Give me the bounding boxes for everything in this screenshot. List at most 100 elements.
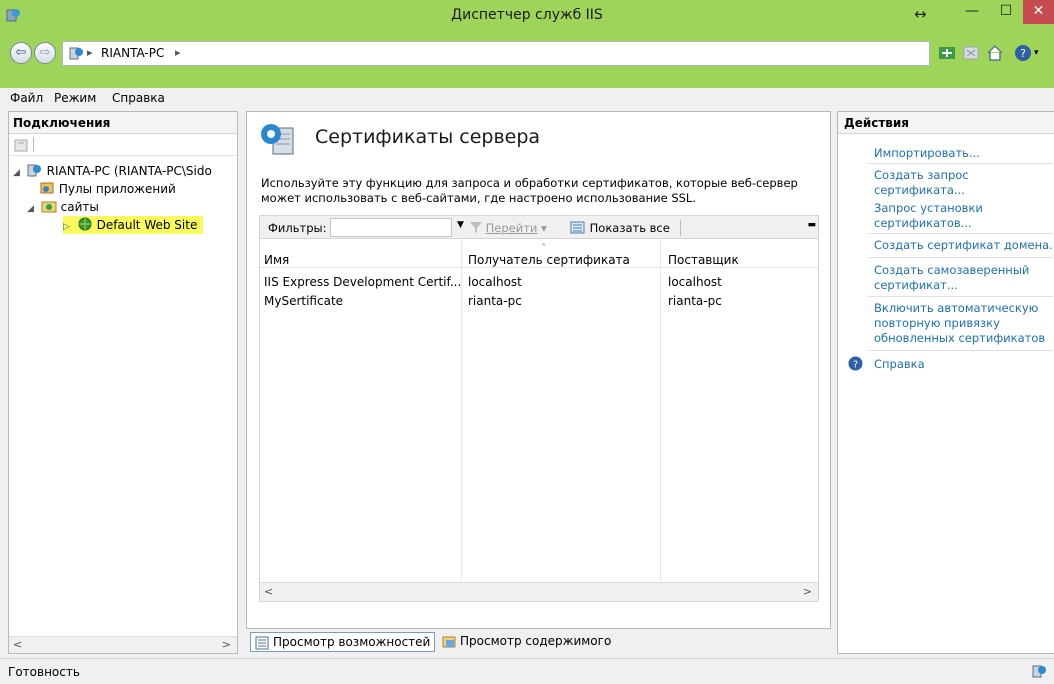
action-create-self-signed-cont[interactable]: сертификат... xyxy=(874,278,958,293)
tree-item-label: RIANTA-PC (RIANTA-PC\Sido xyxy=(46,164,212,178)
action-enable-rebind-cont1[interactable]: повторную привязку xyxy=(874,316,1000,331)
tab-features-view[interactable]: Просмотр возможностей xyxy=(250,632,436,652)
scroll-left-icon[interactable]: < xyxy=(13,638,22,651)
action-create-domain-cert[interactable]: Создать сертификат домена... xyxy=(874,238,1054,253)
scroll-right-icon[interactable]: > xyxy=(803,585,812,598)
action-enable-rebind[interactable]: Включить автоматическую xyxy=(874,301,1038,316)
feature-description: Используйте эту функцию для запроса и об… xyxy=(261,176,798,205)
breadcrumb-server[interactable]: RIANTA-PC xyxy=(101,46,164,60)
title-bar: Диспетчер служб IIS ↔ — ☐ ✕ xyxy=(0,0,1054,31)
menu-view[interactable]: Режим xyxy=(54,91,96,105)
help-icon[interactable]: ? xyxy=(1014,44,1032,62)
address-box[interactable]: ▸ RIANTA-PC ▸ xyxy=(62,41,930,66)
svg-text:?: ? xyxy=(1020,47,1026,60)
help-dropdown-icon[interactable]: ▾ xyxy=(1034,48,1042,66)
action-create-self-signed[interactable]: Создать самозаверенный xyxy=(874,263,1029,278)
menu-file[interactable]: Файл xyxy=(10,91,43,105)
certificate-server-icon xyxy=(259,122,297,159)
table-horizontal-scrollbar[interactable]: < > xyxy=(260,582,818,601)
certificates-table: Имя Получатель сертификата ⌃ Поставщик I… xyxy=(259,239,819,602)
column-issued-to[interactable]: Получатель сертификата xyxy=(468,253,630,267)
sites-folder-icon xyxy=(41,201,57,213)
tree-item-label: Default Web Site xyxy=(96,218,198,232)
home-icon[interactable] xyxy=(986,44,1004,62)
connections-horizontal-scrollbar[interactable]: < > xyxy=(9,636,237,653)
globe-icon xyxy=(78,217,92,231)
action-complete-request-cont[interactable]: сертификатов... xyxy=(874,216,972,231)
status-text: Готовность xyxy=(8,665,80,679)
tree-item-label: сайты xyxy=(60,200,99,214)
status-bar: Готовность xyxy=(0,658,1054,684)
menu-help[interactable]: Справка xyxy=(112,91,165,105)
connections-pane: Подключения ◢ RIANTA-PC (RIANTA-PC\Sido … xyxy=(8,111,238,654)
go-label: Перейти xyxy=(485,221,538,235)
forward-button[interactable]: ⇨ xyxy=(34,42,56,64)
tab-content-view[interactable]: Просмотр содержимого xyxy=(438,632,615,652)
cell-issued-to: localhost xyxy=(468,275,522,289)
action-complete-request[interactable]: Запрос установки xyxy=(874,201,983,216)
view-tabs: Просмотр возможностей Просмотр содержимо… xyxy=(246,629,831,654)
tree-item-default-web-site[interactable]: ▷ Default Web Site xyxy=(63,216,204,236)
collapse-arrow-icon[interactable]: ◢ xyxy=(27,200,37,218)
features-view-icon xyxy=(255,636,269,650)
filter-input[interactable] xyxy=(330,218,452,237)
minimize-button[interactable]: — xyxy=(955,0,989,24)
cell-issuer: rianta-pc xyxy=(668,294,722,308)
stop-icon[interactable] xyxy=(962,44,980,62)
show-all-button[interactable]: Показать все xyxy=(570,221,670,235)
address-bar: ⇦ ⇨ ▸ RIANTA-PC ▸ ? ▾ xyxy=(0,31,1054,88)
help-icon: ? xyxy=(848,356,863,374)
server-icon xyxy=(27,164,41,177)
action-enable-rebind-cont2[interactable]: обновленных сертификатов xyxy=(874,331,1045,346)
action-import[interactable]: Импортировать... xyxy=(874,146,980,161)
connections-header: Подключения xyxy=(9,112,237,134)
actions-header: Действия xyxy=(838,112,1054,134)
column-issuer[interactable]: Поставщик xyxy=(668,253,739,267)
filter-bar: Фильтры: ▼ Перейти ▾ Показать все ▬ xyxy=(259,215,819,239)
cell-name: IIS Express Development Certif... xyxy=(264,275,462,289)
tree-item-sites[interactable]: ◢ сайты xyxy=(27,198,99,216)
tree-item-app-pools[interactable]: Пулы приложений xyxy=(39,180,176,198)
connect-icon[interactable] xyxy=(938,44,956,62)
sort-arrow-icon: ⌃ xyxy=(540,243,548,253)
connections-toolbar xyxy=(9,134,237,156)
go-button[interactable]: Перейти ▾ xyxy=(470,221,547,235)
breadcrumb-separator-icon: ▸ xyxy=(175,46,181,59)
show-all-label: Показать все xyxy=(589,221,670,235)
tab-label: Просмотр возможностей xyxy=(273,635,431,649)
actions-pane: Действия Импортировать... Создать запрос… xyxy=(837,111,1054,654)
breadcrumb-separator-icon: ▸ xyxy=(87,46,93,59)
maximize-button[interactable]: ☐ xyxy=(989,0,1023,24)
action-create-request[interactable]: Создать запрос xyxy=(874,168,969,183)
resize-arrows-icon[interactable]: ↔ xyxy=(914,5,927,23)
menu-bar: Файл Режим Справка xyxy=(0,88,1054,110)
filter-divider xyxy=(680,220,681,236)
filter-dropdown-icon[interactable]: ▼ xyxy=(457,220,464,230)
filter-label: Фильтры: xyxy=(268,221,327,235)
feature-pane: Сертификаты сервера Используйте эту функ… xyxy=(246,111,831,629)
status-server-icon xyxy=(1032,663,1048,682)
action-create-request-cont[interactable]: сертификата... xyxy=(874,183,965,198)
funnel-icon xyxy=(470,222,482,233)
column-name[interactable]: Имя xyxy=(264,253,289,267)
tree-item-server[interactable]: ◢ RIANTA-PC (RIANTA-PC\Sido xyxy=(13,162,212,180)
back-button[interactable]: ⇦ xyxy=(10,42,32,64)
toolbar-divider xyxy=(33,137,34,152)
tab-label: Просмотр содержимого xyxy=(460,634,612,648)
table-header: Имя Получатель сертификата ⌃ Поставщик xyxy=(260,239,818,268)
toolbar-overflow-icon[interactable]: ▬ xyxy=(807,220,816,230)
cell-name: MySertificate xyxy=(264,294,344,308)
save-connections-icon[interactable] xyxy=(13,137,29,156)
show-all-icon xyxy=(570,221,585,234)
close-button[interactable]: ✕ xyxy=(1023,0,1054,24)
collapse-arrow-icon[interactable]: ◢ xyxy=(13,164,23,182)
action-help[interactable]: Справка xyxy=(874,357,925,372)
expand-arrow-icon[interactable]: ▷ xyxy=(63,218,73,236)
cell-issued-to: rianta-pc xyxy=(468,294,522,308)
cell-issuer: localhost xyxy=(668,275,722,289)
tree-item-label: Пулы приложений xyxy=(58,182,176,196)
svg-text:?: ? xyxy=(853,360,858,371)
window-title: Диспетчер служб IIS xyxy=(451,7,603,23)
scroll-right-icon[interactable]: > xyxy=(222,638,231,651)
scroll-left-icon[interactable]: < xyxy=(264,585,273,598)
